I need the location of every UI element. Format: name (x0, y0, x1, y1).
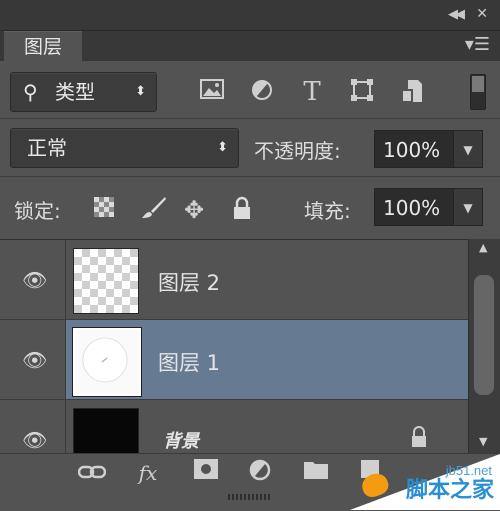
filter-type-label: 类型 (55, 80, 95, 104)
panel-header (0, 0, 500, 31)
chevron-updown-icon: ⬍ (135, 84, 146, 99)
opacity-input[interactable]: 100% (374, 130, 454, 168)
panel-menu-icon[interactable]: ▾☰ (465, 34, 490, 55)
visibility-cell[interactable]: 👁 (0, 400, 66, 454)
lock-all-icon[interactable] (228, 196, 256, 224)
resize-grip[interactable] (228, 494, 272, 500)
folder-icon[interactable] (300, 458, 332, 488)
filter-type-dropdown[interactable]: ⚲ 类型 ⬍ (10, 72, 157, 112)
layer-row-background[interactable]: 👁 背景 (0, 400, 468, 454)
link-icon[interactable] (76, 458, 108, 488)
layer-name[interactable]: 背景 (163, 427, 199, 453)
visibility-cell[interactable]: 👁 (0, 320, 66, 399)
lock-position-icon[interactable]: ✥ (180, 196, 208, 224)
opacity-dropdown-button[interactable]: ▼ (453, 130, 483, 168)
scroll-up-arrow-icon[interactable]: ▲ (479, 241, 487, 254)
divider (0, 176, 500, 177)
lock-transparent-icon[interactable] (90, 196, 118, 224)
close-icon[interactable]: ✕ (476, 6, 488, 22)
smartobject-filter-icon[interactable] (398, 78, 426, 106)
type-filter-icon[interactable]: T (298, 78, 326, 106)
image-filter-icon[interactable] (198, 78, 226, 106)
lock-image-brush-icon[interactable] (140, 196, 168, 224)
adjustment-layer-icon[interactable] (244, 458, 276, 488)
fill-label: 填充: (304, 199, 351, 223)
opacity-label: 不透明度: (254, 139, 341, 163)
eye-icon[interactable]: 👁 (22, 268, 47, 292)
fx-icon[interactable]: fx (132, 458, 164, 488)
adjustment-filter-icon[interactable] (248, 78, 276, 106)
scroll-down-arrow-icon[interactable]: ▼ (479, 435, 487, 448)
visibility-cell[interactable]: 👁 (0, 240, 66, 319)
layer-row[interactable]: 👁 图层 2 (0, 240, 468, 320)
blend-mode-label: 正常 (27, 136, 67, 160)
blend-mode-dropdown[interactable]: 正常 ⬍ (10, 128, 239, 168)
layer-name[interactable]: 图层 1 (158, 347, 220, 377)
layer-name[interactable]: 图层 2 (158, 267, 220, 297)
collapse-panel-icon[interactable]: ◀◀ (448, 7, 465, 22)
add-mask-icon[interactable] (190, 458, 222, 488)
layers-list: 👁 图层 2 👁 图层 1 👁 背景 (0, 239, 468, 454)
filter-toggle-switch[interactable] (470, 74, 486, 110)
layer-thumbnail (73, 248, 139, 314)
fill-dropdown-button[interactable]: ▼ (453, 188, 483, 226)
fill-input[interactable]: 100% (374, 188, 454, 226)
layer-lock-icon (410, 426, 428, 453)
search-icon: ⚲ (23, 80, 38, 104)
chevron-updown-icon: ⬍ (217, 140, 228, 155)
layers-scrollbar[interactable]: ▲ ▼ (468, 239, 500, 453)
layer-row-selected[interactable]: 👁 图层 1 (0, 320, 468, 400)
fx-label: fx (138, 461, 158, 485)
divider (0, 118, 500, 119)
layer-thumbnail (73, 408, 139, 454)
eye-icon[interactable]: 👁 (22, 348, 47, 372)
shape-filter-icon[interactable] (348, 78, 376, 106)
lock-label: 锁定: (14, 199, 61, 223)
layer-thumbnail (73, 328, 141, 396)
scroll-thumb[interactable] (474, 275, 494, 395)
watermark-text: 脚本之家 (405, 478, 494, 503)
tab-layers[interactable]: 图层 (4, 31, 82, 62)
eye-icon[interactable]: 👁 (22, 428, 47, 452)
